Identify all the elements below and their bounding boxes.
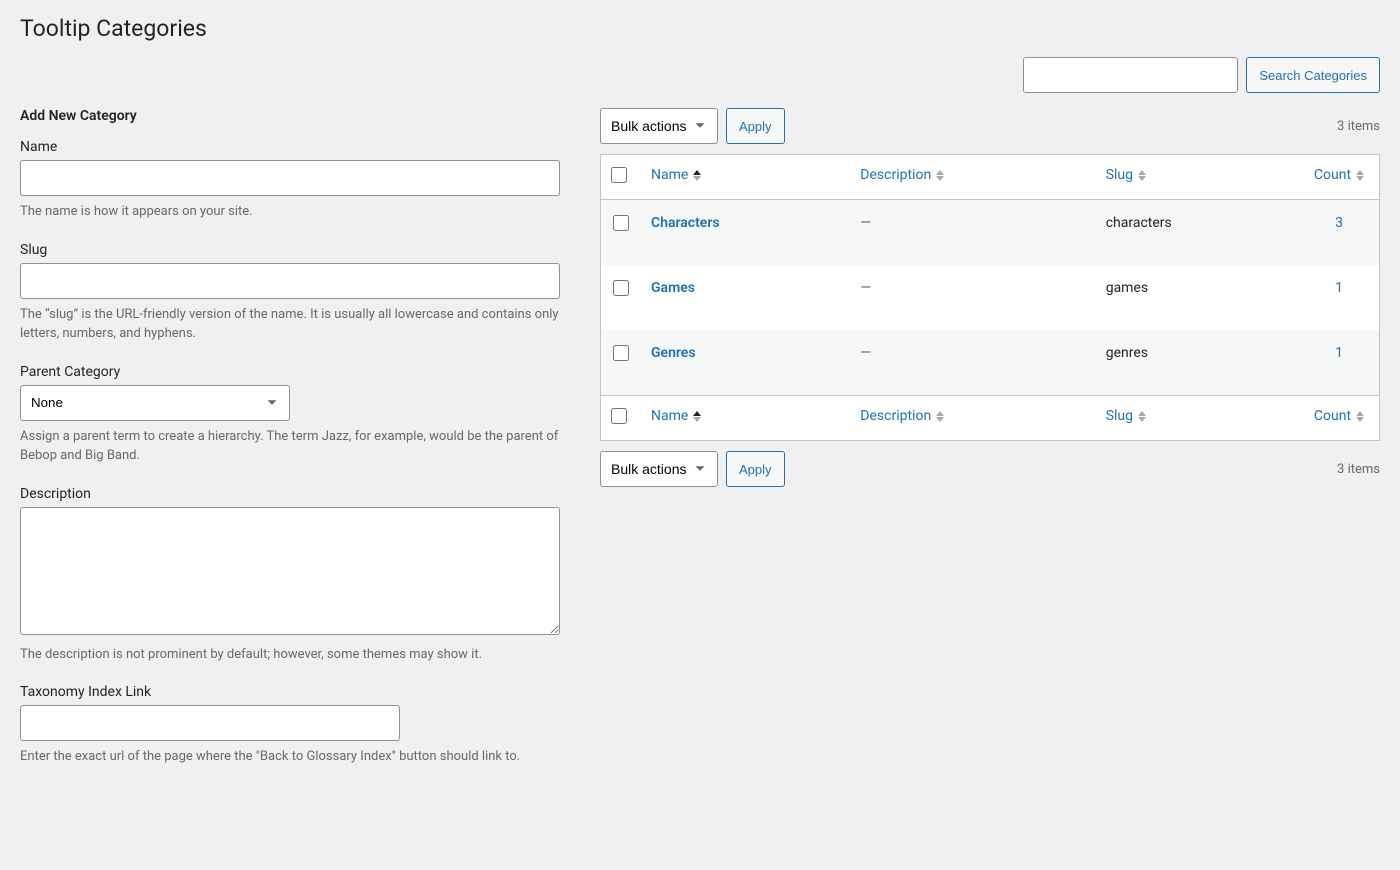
add-category-form: Add New Category Name The name is how it… — [20, 108, 560, 787]
col-count-header[interactable]: Count — [1314, 167, 1364, 183]
sort-icon — [936, 411, 944, 422]
name-label: Name — [20, 139, 560, 155]
row-description: — — [860, 215, 871, 231]
row-count-link[interactable]: 3 — [1335, 215, 1343, 231]
col-name-header[interactable]: Name — [651, 167, 701, 183]
row-name-link[interactable]: Genres — [651, 345, 696, 361]
select-all-top[interactable] — [611, 167, 627, 183]
row-slug: genres — [1106, 345, 1148, 361]
select-all-bottom[interactable] — [611, 408, 627, 424]
items-count-top: 3 items — [1337, 119, 1380, 134]
table-row: Genres — genres 1 — [601, 330, 1379, 395]
row-count-link[interactable]: 1 — [1335, 345, 1343, 361]
parent-label: Parent Category — [20, 364, 560, 380]
row-slug: games — [1106, 280, 1148, 296]
slug-label: Slug — [20, 242, 560, 258]
sort-icon — [1138, 411, 1146, 422]
taxonomy-link-help: Enter the exact url of the page where th… — [20, 747, 560, 767]
row-checkbox[interactable] — [613, 345, 629, 361]
bulk-apply-button-top[interactable]: Apply — [726, 108, 785, 144]
page-title: Tooltip Categories — [20, 15, 1380, 42]
taxonomy-link-label: Taxonomy Index Link — [20, 684, 560, 700]
name-help: The name is how it appears on your site. — [20, 202, 560, 222]
bulk-actions-select-bottom[interactable]: Bulk actions — [600, 451, 718, 487]
search-input[interactable] — [1023, 57, 1238, 93]
search-row: Search Categories — [20, 57, 1380, 93]
row-name-link[interactable]: Games — [651, 280, 695, 296]
row-slug: characters — [1106, 215, 1172, 231]
tablenav-bottom: Bulk actions Apply 3 items — [600, 451, 1380, 487]
items-count-bottom: 3 items — [1337, 462, 1380, 477]
row-checkbox[interactable] — [613, 280, 629, 296]
search-button[interactable]: Search Categories — [1246, 57, 1380, 93]
description-help: The description is not prominent by defa… — [20, 645, 560, 665]
parent-select[interactable]: None — [20, 385, 290, 421]
table-row: Games — games 1 — [601, 265, 1379, 330]
categories-list-panel: Bulk actions Apply 3 items Name Descript… — [600, 108, 1380, 787]
row-description: — — [860, 280, 871, 296]
row-count-link[interactable]: 1 — [1335, 280, 1343, 296]
col-description-header[interactable]: Description — [860, 167, 944, 183]
col-description-footer[interactable]: Description — [860, 408, 944, 424]
sort-icon — [936, 170, 944, 181]
bulk-actions-select-top[interactable]: Bulk actions — [600, 108, 718, 144]
sort-icon — [1356, 411, 1364, 422]
slug-help: The “slug” is the URL-friendly version o… — [20, 305, 560, 344]
row-checkbox[interactable] — [613, 215, 629, 231]
slug-field[interactable] — [20, 263, 560, 299]
description-field[interactable] — [20, 507, 560, 635]
col-slug-header[interactable]: Slug — [1106, 167, 1146, 183]
col-name-footer[interactable]: Name — [651, 408, 701, 424]
parent-help: Assign a parent term to create a hierarc… — [20, 427, 560, 466]
sort-icon — [1138, 170, 1146, 181]
sort-icon — [693, 170, 701, 181]
sort-icon — [693, 411, 701, 422]
tablenav-top: Bulk actions Apply 3 items — [600, 108, 1380, 144]
row-description: — — [860, 345, 871, 361]
description-label: Description — [20, 486, 560, 502]
form-heading: Add New Category — [20, 108, 560, 124]
bulk-apply-button-bottom[interactable]: Apply — [726, 451, 785, 487]
col-slug-footer[interactable]: Slug — [1106, 408, 1146, 424]
col-count-footer[interactable]: Count — [1314, 408, 1364, 424]
categories-table: Name Description Slug Count Characters — c… — [600, 154, 1380, 441]
sort-icon — [1356, 170, 1364, 181]
table-row: Characters — characters 3 — [601, 200, 1379, 265]
row-name-link[interactable]: Characters — [651, 215, 720, 231]
taxonomy-link-field[interactable] — [20, 705, 400, 741]
name-field[interactable] — [20, 160, 560, 196]
